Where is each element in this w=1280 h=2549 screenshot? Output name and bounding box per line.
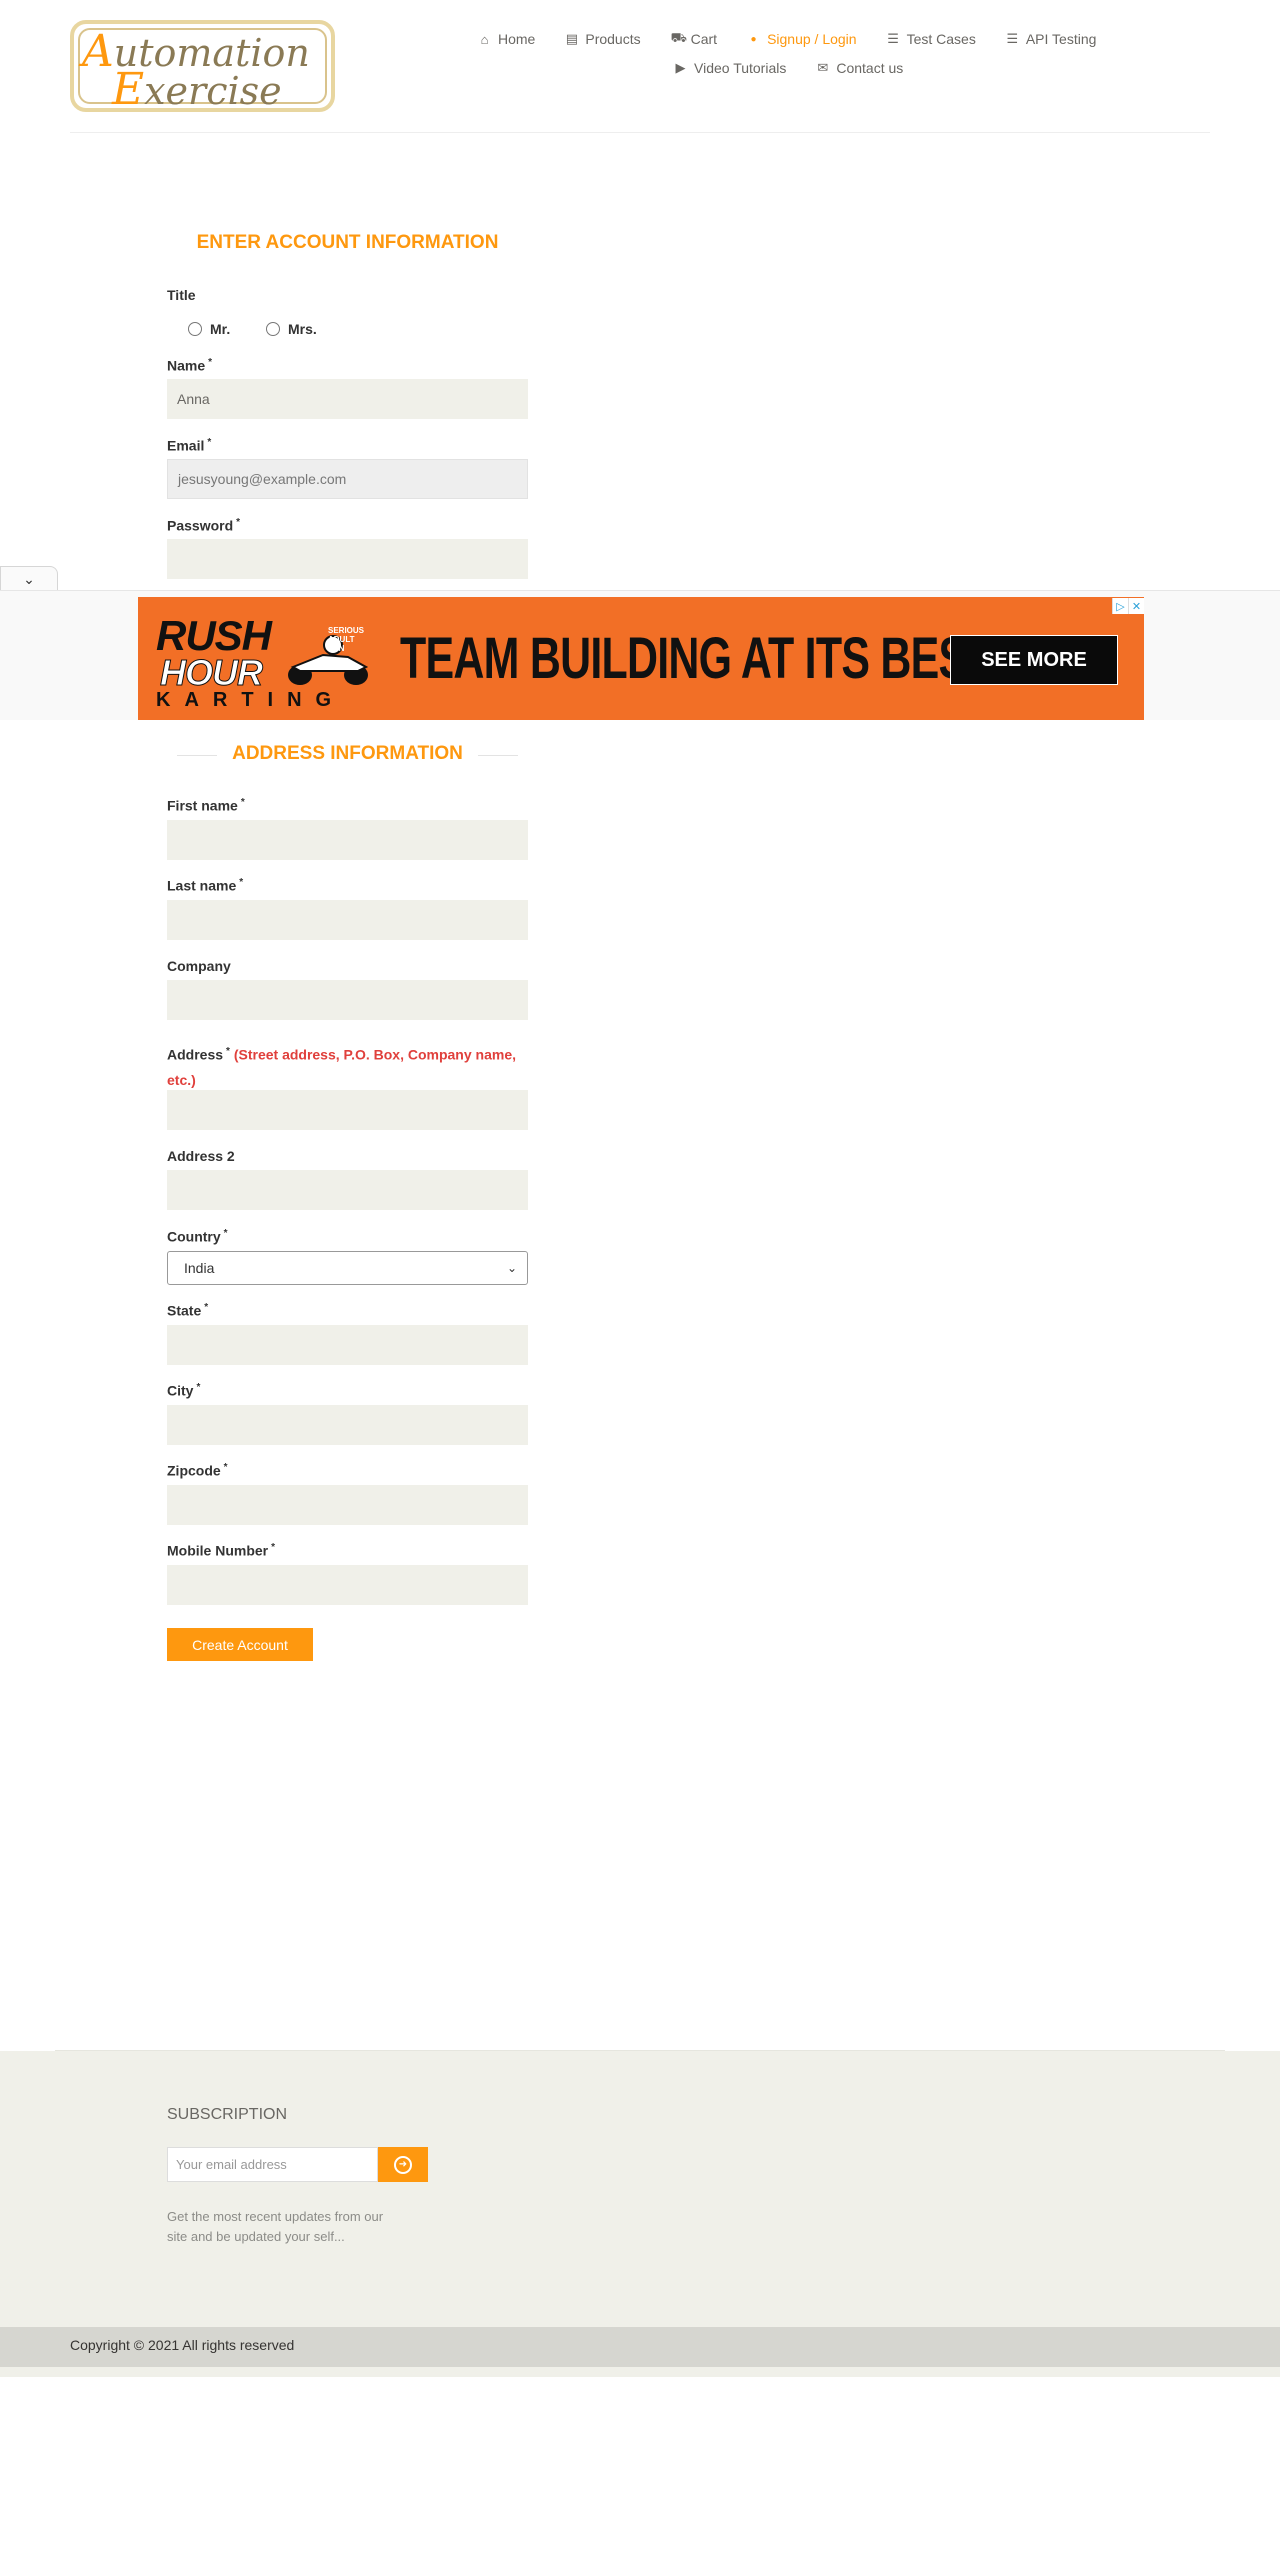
nav-signup-login[interactable]: ● Signup / Login [747,31,857,47]
nav-api-testing[interactable]: ☰ API Testing [1006,31,1097,47]
email-field[interactable]: jesusyoung@example.com [167,459,528,499]
title-mr-option[interactable]: Mr. [188,321,230,337]
nav-cart[interactable]: ⛟ Cart [671,30,717,48]
youtube-icon: ▶ [675,60,686,75]
logo-line-2: Exercise [112,64,282,112]
password-label: Password * [167,517,241,534]
copyright-text: Copyright © 2021 All rights reserved [70,2337,295,2353]
subscription-title: SUBSCRIPTION [167,2106,288,2123]
nav-test-cases[interactable]: ☰ Test Cases [887,31,976,47]
country-select[interactable]: India ⌄ [167,1251,528,1285]
title-mrs-radio[interactable] [266,322,280,336]
home-icon: ⌂ [480,31,489,47]
site-logo[interactable]: Automation Exercise [70,20,335,112]
chevron-down-icon: ⌄ [23,571,35,587]
name-label: Name * [167,357,213,374]
title-mrs-option[interactable]: Mrs. [266,321,317,337]
nav-products[interactable]: ▤ Products [565,31,641,47]
envelope-icon: ✉ [817,60,829,75]
lock-icon: ● [750,33,757,45]
state-label: State * [167,1302,209,1319]
mobile-number-label: Mobile Number * [167,1542,276,1559]
main-nav: ⌂ Home ▤ Products ⛟ Cart ● Signup / Login ☰ T… [478,30,1126,48]
footer-tail [0,2367,1280,2377]
account-info-heading: ENTER ACCOUNT INFORMATION [196,232,499,253]
create-account-button[interactable]: Create Account [167,1628,313,1661]
company-label: Company [167,958,231,974]
password-field[interactable] [167,539,528,579]
zipcode-label: Zipcode * [167,1462,228,1479]
title-mr-radio[interactable] [188,322,202,336]
first-name-field[interactable] [167,820,528,860]
cart-icon: ⛟ [670,30,687,45]
last-name-label: Last name * [167,877,244,894]
first-name-label: First name * [167,797,245,814]
ad-brand-bottom: HOUR [160,652,264,693]
title-mr-label: Mr. [210,321,231,337]
address2-field[interactable] [167,1170,528,1210]
subscribe-button[interactable]: ➜ [378,2147,428,2182]
nav-video-tutorials[interactable]: ▶ Video Tutorials [674,60,787,76]
list-icon: ☰ [1006,31,1019,46]
ad-headline: TEAM BUILDING AT ITS BEST. [400,626,999,691]
email-label: Email * [167,437,212,454]
header-divider [70,132,1210,133]
mobile-number-field[interactable] [167,1565,528,1605]
address2-label: Address 2 [167,1148,235,1164]
page: Automation Exercise ⌂ Home ▤ Products ⛟ Car… [0,0,1280,2549]
ad-collapse-tab[interactable]: ⌄ [0,566,58,592]
ad-banner[interactable]: RUSH HOUR KARTING SERIOUS ADULT FUN TEAM… [138,597,1144,720]
ad-controls: ▷ ✕ [1112,598,1144,614]
state-field[interactable] [167,1325,528,1365]
address-info-heading: ADDRESS INFORMATION [167,743,528,765]
site-header: Automation Exercise ⌂ Home ▤ Products ⛟ Car… [0,0,1280,134]
name-field[interactable]: Anna [167,379,528,419]
last-name-field[interactable] [167,900,528,940]
title-label: Title [167,287,196,303]
zipcode-field[interactable] [167,1485,528,1525]
subscription-blurb: Get the most recent updates from our sit… [167,2209,384,2244]
address-label: Address * (Street address, P.O. Box, Comp… [167,1046,516,1088]
close-icon[interactable]: ✕ [1128,598,1144,614]
footer-widget [0,2051,1280,2327]
ad-tagline-small: SERIOUS ADULT FUN [328,626,365,653]
list-icon: ☰ [887,31,899,46]
ad-see-more-button[interactable]: SEE MORE [950,635,1118,685]
main-nav-row-2: ▶ Video Tutorials ✉ Contact us [674,60,933,76]
title-mrs-label: Mrs. [288,321,317,337]
subscription-email-input[interactable]: Your email address [167,2147,378,2182]
arrow-circle-right-icon: ➜ [394,2155,412,2174]
adchoices-icon[interactable]: ▷ [1112,598,1128,614]
chevron-down-icon: ⌄ [506,1261,517,1275]
address-field[interactable] [167,1090,528,1130]
city-label: City * [167,1382,201,1399]
city-field[interactable] [167,1405,528,1445]
country-label: Country * [167,1228,228,1245]
products-icon: ▤ [565,31,578,46]
company-field[interactable] [167,980,528,1020]
ad-brand-sub: KARTING [156,689,346,711]
nav-contact-us[interactable]: ✉ Contact us [816,60,903,76]
ad-brand-top: RUSH [156,612,272,659]
nav-home[interactable]: ⌂ Home [478,31,536,47]
